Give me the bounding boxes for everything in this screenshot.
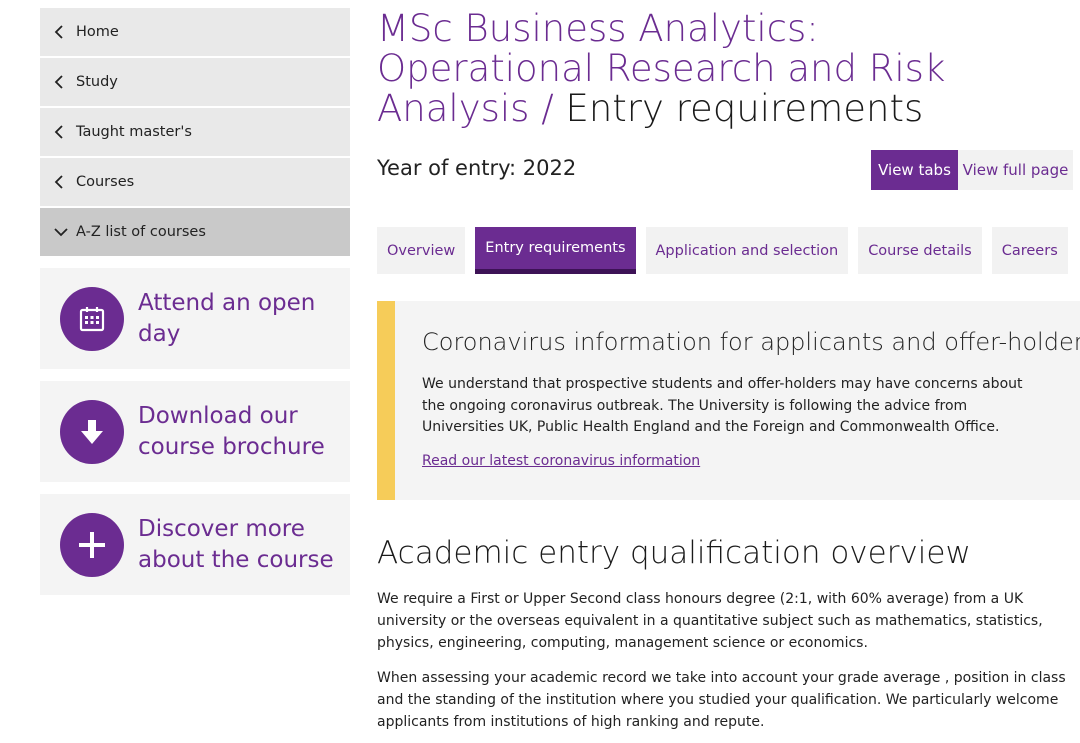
coronavirus-notice: Coronavirus information for applicants a…	[377, 301, 1080, 500]
nav-item-taught-masters[interactable]: Taught master's	[40, 108, 350, 156]
chevron-left-icon	[54, 25, 76, 39]
tab-course-details[interactable]: Course details	[858, 227, 982, 274]
notice-body: We understand that prospective students …	[422, 376, 1023, 435]
chevron-left-icon	[54, 125, 76, 139]
download-brochure-link[interactable]: Download our course brochure	[40, 381, 350, 482]
nav-item-label: Taught master's	[76, 124, 192, 140]
course-tabs: Overview Entry requirements Application …	[377, 227, 1078, 274]
download-arrow-icon	[60, 399, 124, 464]
tab-overview[interactable]: Overview	[377, 227, 466, 274]
tab-application-selection[interactable]: Application and selection	[645, 227, 849, 274]
section-name: Entry requirements	[565, 87, 924, 130]
notice-title: Coronavirus information for applicants a…	[422, 328, 1080, 356]
nav-item-courses[interactable]: Courses	[40, 158, 350, 206]
view-full-page-button[interactable]: View full page	[958, 150, 1073, 190]
tab-careers[interactable]: Careers	[991, 227, 1068, 274]
nav-item-label: Courses	[76, 174, 135, 190]
coronavirus-info-link[interactable]: Read our latest coronavirus information	[422, 453, 700, 469]
year-of-entry: Year of entry: 2022	[377, 156, 577, 180]
calendar-icon	[60, 286, 124, 351]
chevron-down-icon	[54, 227, 76, 237]
breadcrumb-sidebar: Home Study Taught master's Courses A-Z l…	[40, 8, 350, 258]
cta-label: Discover more about the course	[138, 515, 334, 573]
nav-item-home[interactable]: Home	[40, 8, 350, 56]
notice-accent-bar	[377, 301, 395, 500]
title-separator: /	[529, 87, 566, 130]
page-title: MSc Business Analytics: Operational Rese…	[377, 9, 1037, 129]
chevron-left-icon	[54, 175, 76, 189]
view-tabs-button[interactable]: View tabs	[871, 150, 958, 190]
plus-icon	[60, 512, 124, 577]
open-day-link[interactable]: Attend an open day	[40, 268, 350, 369]
requirements-paragraph: We require a First or Upper Second class…	[377, 591, 1043, 651]
nav-item-label: A-Z list of courses	[76, 224, 206, 240]
nav-item-study[interactable]: Study	[40, 58, 350, 106]
cta-label: Attend an open day	[138, 289, 316, 347]
view-toggle: View tabs View full page	[871, 150, 1073, 190]
nav-item-label: Home	[76, 24, 119, 40]
section-heading: Academic entry qualification overview	[377, 535, 971, 571]
nav-item-az-courses[interactable]: A-Z list of courses	[40, 208, 350, 256]
discover-course-link[interactable]: Discover more about the course	[40, 494, 350, 595]
assessment-paragraph: When assessing your academic record we t…	[377, 670, 1066, 730]
cta-label: Download our course brochure	[138, 402, 325, 460]
chevron-left-icon	[54, 75, 76, 89]
nav-item-label: Study	[76, 74, 118, 90]
tab-entry-requirements[interactable]: Entry requirements	[475, 227, 636, 274]
